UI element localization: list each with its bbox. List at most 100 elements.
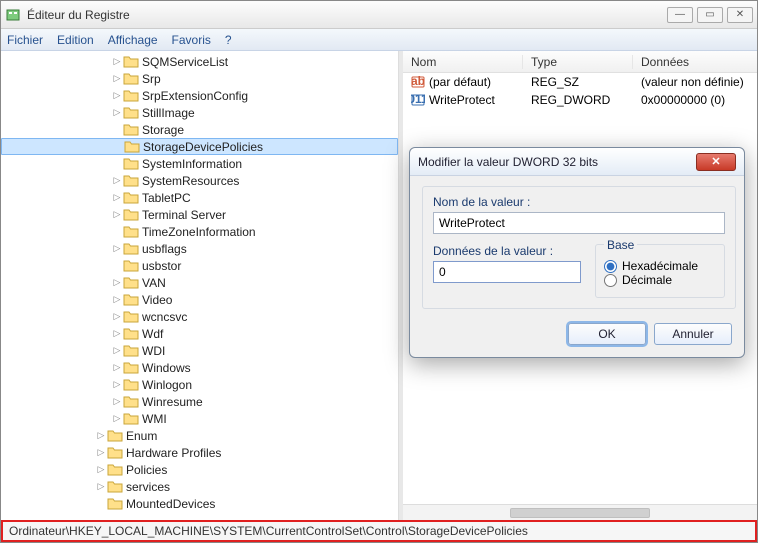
tree-node-label: WDI <box>142 344 165 358</box>
expand-icon[interactable]: ▷ <box>111 209 123 220</box>
expand-icon[interactable]: ▷ <box>111 277 123 288</box>
folder-icon <box>123 276 139 289</box>
tree-node[interactable]: Storage <box>1 121 398 138</box>
menu-affichage[interactable]: Affichage <box>108 33 158 47</box>
expand-icon[interactable]: ▷ <box>111 345 123 356</box>
value-row[interactable]: 011WriteProtectREG_DWORD0x00000000 (0) <box>403 91 757 109</box>
menu-edition[interactable]: Edition <box>57 33 94 47</box>
value-data: (valeur non définie) <box>633 75 757 89</box>
tree-node[interactable]: ▷ SrpExtensionConfig <box>1 87 398 104</box>
status-path-text: Ordinateur\HKEY_LOCAL_MACHINE\SYSTEM\Cur… <box>9 524 528 538</box>
expand-icon[interactable]: ▷ <box>111 328 123 339</box>
tree-node[interactable]: MountedDevices <box>1 495 398 512</box>
folder-icon <box>123 310 139 323</box>
tree-node-label: StorageDevicePolicies <box>143 140 263 154</box>
expand-icon[interactable]: ▷ <box>111 243 123 254</box>
tree-node[interactable]: ▷ WDI <box>1 342 398 359</box>
col-type[interactable]: Type <box>523 55 633 69</box>
horizontal-scrollbar[interactable] <box>403 504 757 520</box>
menu-favoris[interactable]: Favoris <box>172 33 211 47</box>
expand-icon[interactable]: ▷ <box>95 481 107 492</box>
col-name[interactable]: Nom <box>403 55 523 69</box>
tree-node-label: TabletPC <box>142 191 191 205</box>
menu-fichier[interactable]: Fichier <box>7 33 43 47</box>
folder-icon <box>123 344 139 357</box>
tree-node[interactable]: ▷Wdf <box>1 325 398 342</box>
tree-node[interactable]: TimeZoneInformation <box>1 223 398 240</box>
tree-node[interactable]: ▷ WMI <box>1 410 398 427</box>
expand-icon[interactable]: ▷ <box>111 73 123 84</box>
tree-node[interactable]: ▷Terminal Server <box>1 206 398 223</box>
tree-node[interactable]: ▷Enum <box>1 427 398 444</box>
tree-node[interactable]: ▷Video <box>1 291 398 308</box>
maximize-button[interactable]: ▭ <box>697 7 723 23</box>
expand-icon[interactable]: ▷ <box>111 362 123 373</box>
menu-help[interactable]: ? <box>225 33 232 47</box>
tree-node[interactable]: ▷SystemResources <box>1 172 398 189</box>
value-name-field[interactable] <box>433 212 725 234</box>
folder-icon <box>123 378 139 391</box>
expand-icon[interactable]: ▷ <box>111 56 123 67</box>
col-data[interactable]: Données <box>633 55 757 69</box>
radio-dec[interactable]: Décimale <box>604 273 716 287</box>
tree-node-label: SrpExtensionConfig <box>142 89 248 103</box>
value-data-field[interactable] <box>433 261 581 283</box>
tree-node-label: Storage <box>142 123 184 137</box>
tree-node-label: MountedDevices <box>126 497 215 511</box>
tree-node-label: Winlogon <box>142 378 192 392</box>
close-button[interactable]: ✕ <box>727 7 753 23</box>
expand-icon[interactable]: ▷ <box>111 311 123 322</box>
tree-node-label: VAN <box>142 276 166 290</box>
tree-node[interactable]: ▷ VAN <box>1 274 398 291</box>
tree-node-label: StillImage <box>142 106 195 120</box>
tree-node[interactable]: ▷usbflags <box>1 240 398 257</box>
base-group: Base Hexadécimale Décimale <box>595 244 725 298</box>
minimize-button[interactable]: — <box>667 7 693 23</box>
tree-node[interactable]: SystemInformation <box>1 155 398 172</box>
expand-icon[interactable]: ▷ <box>95 464 107 475</box>
expand-icon[interactable]: ▷ <box>111 379 123 390</box>
value-data-label: Données de la valeur : <box>433 244 581 258</box>
folder-icon <box>123 225 139 238</box>
tree-node[interactable]: ▷SQMServiceList <box>1 53 398 70</box>
tree-node[interactable]: ▷Policies <box>1 461 398 478</box>
tree-node[interactable]: ▷Hardware Profiles <box>1 444 398 461</box>
tree-node[interactable]: ▷ TabletPC <box>1 189 398 206</box>
expand-icon[interactable]: ▷ <box>111 107 123 118</box>
ok-button[interactable]: OK <box>568 323 646 345</box>
tree-node[interactable]: usbstor <box>1 257 398 274</box>
tree-node[interactable]: ▷Winresume <box>1 393 398 410</box>
folder-icon <box>107 463 123 476</box>
expand-icon[interactable]: ▷ <box>111 175 123 186</box>
tree-node[interactable]: ▷ StillImage <box>1 104 398 121</box>
cancel-button[interactable]: Annuler <box>654 323 732 345</box>
expand-icon[interactable]: ▷ <box>111 294 123 305</box>
value-name-label: Nom de la valeur : <box>433 195 725 209</box>
tree-node[interactable]: ▷services <box>1 478 398 495</box>
values-header: Nom Type Données <box>403 51 757 73</box>
expand-icon[interactable]: ▷ <box>111 192 123 203</box>
expand-icon[interactable]: ▷ <box>111 396 123 407</box>
tree-node[interactable]: ▷wcncsvc <box>1 308 398 325</box>
folder-icon <box>123 123 139 136</box>
folder-icon <box>123 89 139 102</box>
expand-icon[interactable]: ▷ <box>95 447 107 458</box>
tree-node[interactable]: ▷Srp <box>1 70 398 87</box>
radio-hex[interactable]: Hexadécimale <box>604 259 716 273</box>
expand-icon[interactable]: ▷ <box>95 430 107 441</box>
expand-icon[interactable]: ▷ <box>111 90 123 101</box>
folder-icon <box>123 174 139 187</box>
folder-icon <box>107 446 123 459</box>
value-data: 0x00000000 (0) <box>633 93 757 107</box>
value-row[interactable]: ab(par défaut)REG_SZ(valeur non définie) <box>403 73 757 91</box>
tree-node[interactable]: StorageDevicePolicies <box>1 138 398 155</box>
radio-hex-input[interactable] <box>604 260 617 273</box>
radio-dec-input[interactable] <box>604 274 617 287</box>
tree-node[interactable]: ▷Windows <box>1 359 398 376</box>
folder-icon <box>107 497 123 510</box>
registry-tree[interactable]: ▷SQMServiceList▷Srp▷SrpExtensionConfig▷S… <box>1 51 399 520</box>
tree-node-label: WMI <box>142 412 167 426</box>
tree-node[interactable]: ▷ Winlogon <box>1 376 398 393</box>
expand-icon[interactable]: ▷ <box>111 413 123 424</box>
dialog-close-button[interactable]: ✕ <box>696 153 736 171</box>
